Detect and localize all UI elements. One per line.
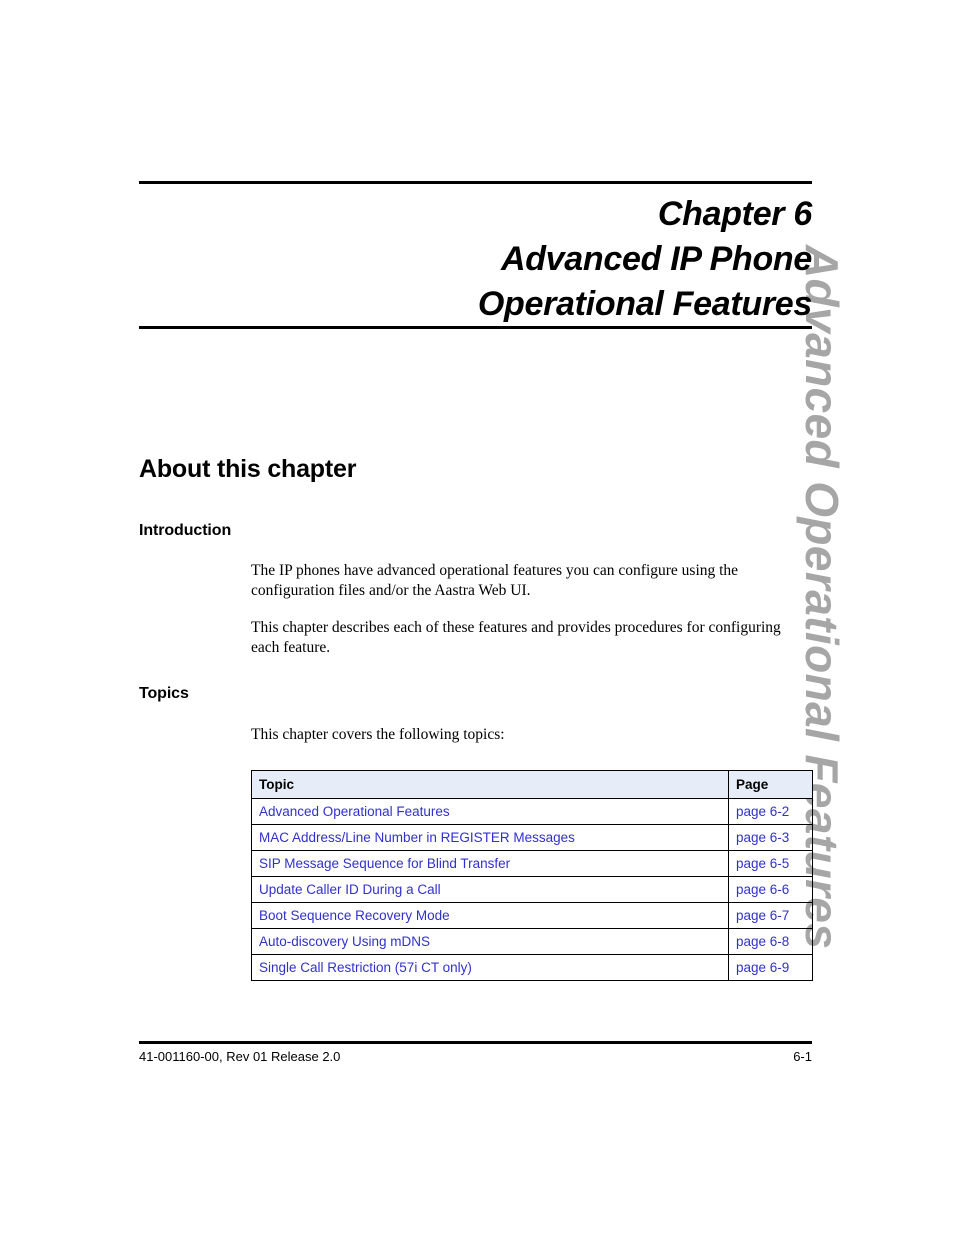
page-link[interactable]: page 6-2 — [736, 804, 789, 819]
table-row: MAC Address/Line Number in REGISTER Mess… — [251, 824, 813, 851]
page-link[interactable]: page 6-5 — [736, 856, 789, 871]
column-header-page: Page — [728, 770, 813, 799]
document-page: Advanced Operational Features Chapter 6 … — [0, 0, 954, 1235]
topic-link[interactable]: MAC Address/Line Number in REGISTER Mess… — [259, 830, 575, 845]
topic-link[interactable]: Advanced Operational Features — [259, 804, 450, 819]
topic-cell-inner: Auto-discovery Using mDNS — [252, 934, 728, 950]
table-row: SIP Message Sequence for Blind Transfer p… — [251, 850, 813, 877]
column-header-topic-label: Topic — [259, 776, 294, 792]
page-cell-inner: page 6-9 — [729, 960, 812, 976]
topic-cell: Single Call Restriction (57i CT only) — [251, 954, 729, 981]
page-cell: page 6-7 — [728, 902, 813, 929]
chapter-header-top-rule — [139, 181, 812, 184]
topic-cell: Advanced Operational Features — [251, 798, 729, 825]
chapter-number: Chapter 6 — [657, 195, 812, 233]
topics-table: Topic Page Advanced Operational Features… — [251, 770, 813, 981]
introduction-heading: Introduction — [139, 522, 232, 539]
topic-link[interactable]: Auto-discovery Using mDNS — [259, 934, 430, 949]
column-header-topic: Topic — [251, 770, 729, 799]
table-header-row: Topic Page — [251, 770, 813, 799]
topic-cell-inner: Advanced Operational Features — [252, 804, 728, 820]
chapter-title-line-2: Operational Features — [477, 285, 812, 323]
topics-heading: Topics — [139, 685, 189, 702]
page-cell: page 6-3 — [728, 824, 813, 851]
topic-cell-inner: SIP Message Sequence for Blind Transfer — [252, 856, 728, 872]
topic-link[interactable]: Boot Sequence Recovery Mode — [259, 908, 450, 923]
page-cell-inner: page 6-6 — [729, 882, 812, 898]
topic-cell: SIP Message Sequence for Blind Transfer — [251, 850, 729, 877]
page-cell-inner: page 6-7 — [729, 908, 812, 924]
column-header-page-label: Page — [736, 776, 769, 792]
table-row: Auto-discovery Using mDNS page 6-8 — [251, 928, 813, 955]
topic-cell-inner: Update Caller ID During a Call — [252, 882, 728, 898]
table-row: Advanced Operational Features page 6-2 — [251, 798, 813, 825]
table-row: Boot Sequence Recovery Mode page 6-7 — [251, 902, 813, 929]
page-cell: page 6-5 — [728, 850, 813, 877]
introduction-paragraph-2: This chapter describes each of these fea… — [251, 619, 781, 656]
page-link[interactable]: page 6-8 — [736, 934, 789, 949]
page-cell-inner: page 6-2 — [729, 804, 812, 820]
topic-link[interactable]: SIP Message Sequence for Blind Transfer — [259, 856, 510, 871]
topic-cell-inner: Single Call Restriction (57i CT only) — [252, 960, 728, 976]
introduction-paragraph-1: The IP phones have advanced operational … — [251, 562, 739, 599]
chapter-title-block: Chapter 6 Advanced IP Phone Operational … — [139, 192, 812, 327]
table-row: Single Call Restriction (57i CT only) pag… — [251, 954, 813, 981]
page-link[interactable]: page 6-9 — [736, 960, 789, 975]
topic-cell: Update Caller ID During a Call — [251, 876, 729, 903]
page-cell-inner: page 6-3 — [729, 830, 812, 846]
topic-cell: Auto-discovery Using mDNS — [251, 928, 729, 955]
about-this-chapter-heading: About this chapter — [139, 455, 357, 483]
page-cell: page 6-6 — [728, 876, 813, 903]
page-link[interactable]: page 6-3 — [736, 830, 789, 845]
page-cell: page 6-2 — [728, 798, 813, 825]
page-link[interactable]: page 6-6 — [736, 882, 789, 897]
page-link[interactable]: page 6-7 — [736, 908, 789, 923]
page-cell: page 6-8 — [728, 928, 813, 955]
topic-cell-inner: MAC Address/Line Number in REGISTER Mess… — [252, 830, 728, 846]
table-row: Update Caller ID During a Call page 6-6 — [251, 876, 813, 903]
topics-lead-in-text: This chapter covers the following topics… — [251, 726, 505, 743]
page-cell: page 6-9 — [728, 954, 813, 981]
topic-link[interactable]: Update Caller ID During a Call — [259, 882, 441, 897]
topic-cell-inner: Boot Sequence Recovery Mode — [252, 908, 728, 924]
topic-link[interactable]: Single Call Restriction (57i CT only) — [259, 960, 472, 975]
page-cell-inner: page 6-8 — [729, 934, 812, 950]
footer-page-number: 6-1 — [793, 1049, 812, 1064]
topic-cell: Boot Sequence Recovery Mode — [251, 902, 729, 929]
chapter-header-bottom-rule — [139, 326, 812, 329]
footer-document-id: 41-001160-00, Rev 01 Release 2.0 — [139, 1049, 341, 1064]
chapter-title-line-1: Advanced IP Phone — [500, 240, 812, 278]
page-cell-inner: page 6-5 — [729, 856, 812, 872]
topic-cell: MAC Address/Line Number in REGISTER Mess… — [251, 824, 729, 851]
footer-rule — [139, 1041, 812, 1044]
